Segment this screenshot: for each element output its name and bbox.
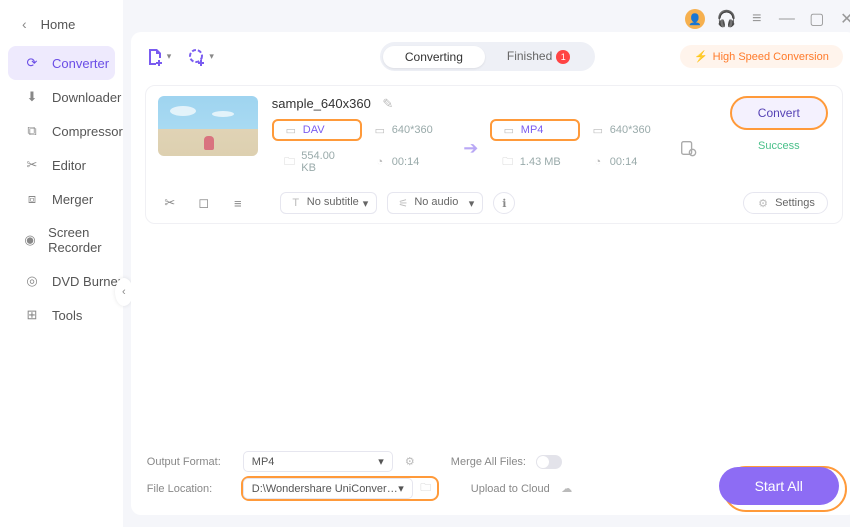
recorder-icon: ◉ — [24, 232, 36, 248]
add-url-icon — [187, 47, 207, 67]
list-icon[interactable]: ≡ — [226, 191, 250, 215]
chevron-down-icon: ▾ — [469, 197, 475, 210]
open-folder-icon[interactable]: 🗀 — [419, 482, 433, 496]
status-tabs: Converting Finished1 — [380, 42, 595, 71]
back-icon: ‹ — [22, 16, 27, 32]
tools-icon: ⊞ — [24, 307, 40, 323]
resolution-icon: ▭ — [373, 123, 387, 137]
upload-cloud-label: Upload to Cloud — [471, 483, 550, 495]
source-format-chip: ▭DAV — [272, 119, 362, 141]
output-settings-icon[interactable]: ⚙ — [403, 455, 417, 469]
editor-icon: ✂ — [24, 157, 40, 173]
output-format-label: Output Format: — [147, 456, 233, 468]
convert-button[interactable]: Convert — [730, 96, 828, 130]
sidebar-item-merger[interactable]: ⧈Merger — [0, 182, 123, 216]
audio-dropdown[interactable]: ⚟No audio▾ — [387, 192, 483, 214]
tab-finished[interactable]: Finished1 — [485, 45, 592, 68]
sidebar-item-dvd-burner[interactable]: ◎DVD Burner — [0, 264, 123, 298]
audio-icon: ⚟ — [396, 196, 410, 210]
clock-icon: ◔ — [591, 155, 605, 169]
file-location-select[interactable]: D:\Wondershare UniConverter 1▾ — [243, 478, 413, 499]
user-avatar-icon[interactable]: 👤 — [685, 9, 705, 29]
downloader-icon: ⬇ — [24, 89, 40, 105]
video-icon: ▭ — [284, 123, 298, 137]
add-url-button[interactable]: ▾ — [187, 47, 214, 67]
source-resolution: ▭640*360 — [362, 120, 452, 140]
dvd-icon: ◎ — [24, 273, 40, 289]
cloud-icon[interactable]: ☁ — [560, 482, 574, 496]
output-format-select[interactable]: MP4▾ — [243, 451, 393, 472]
settings-button[interactable]: ⚙Settings — [743, 192, 828, 214]
file-name: sample_640x360 — [272, 96, 371, 111]
tab-converting[interactable]: Converting — [383, 46, 485, 68]
sidebar-item-downloader[interactable]: ⬇Downloader — [0, 80, 123, 114]
file-location-label: File Location: — [147, 483, 233, 495]
sidebar-item-screen-recorder[interactable]: ◉Screen Recorder — [0, 216, 123, 264]
sidebar-item-compressor[interactable]: ⧉Compressor — [0, 114, 123, 148]
chevron-down-icon: ▾ — [398, 482, 404, 495]
item-settings-icon[interactable] — [670, 139, 706, 157]
home-nav[interactable]: ‹ Home — [0, 8, 123, 46]
home-label: Home — [41, 17, 76, 32]
chevron-down-icon: ▾ — [167, 51, 172, 62]
add-file-button[interactable]: ▾ — [145, 47, 172, 67]
finished-count-badge: 1 — [556, 50, 570, 64]
minimize-icon[interactable]: — — [779, 11, 795, 27]
sidebar: ‹ Home ⟳Converter ⬇Downloader ⧉Compresso… — [0, 0, 123, 527]
target-resolution: ▭640*360 — [580, 120, 670, 140]
merge-toggle[interactable] — [536, 455, 562, 469]
merger-icon: ⧈ — [24, 191, 40, 207]
titlebar: 👤 🎧 ≡ — ▢ ✕ — [123, 0, 850, 32]
bolt-icon: ⚡ — [694, 50, 708, 63]
menu-icon[interactable]: ≡ — [749, 11, 765, 27]
chevron-down-icon: ▾ — [363, 197, 369, 210]
status-text: Success — [758, 140, 800, 152]
info-icon[interactable]: ℹ — [493, 192, 515, 214]
folder-icon: 🗀 — [501, 155, 515, 169]
video-thumbnail[interactable] — [158, 96, 258, 156]
close-icon[interactable]: ✕ — [839, 11, 850, 27]
target-format-chip[interactable]: ▭MP4 — [490, 119, 580, 141]
trim-icon[interactable]: ✂ — [158, 191, 182, 215]
high-speed-conversion-button[interactable]: ⚡ High Speed Conversion — [680, 45, 843, 68]
converter-icon: ⟳ — [24, 55, 40, 71]
chevron-down-icon: ▾ — [378, 455, 384, 468]
source-duration: ◔00:14 — [362, 152, 452, 172]
subtitle-icon: T — [289, 196, 303, 210]
subtitle-dropdown[interactable]: TNo subtitle▾ — [280, 192, 378, 214]
sidebar-item-converter[interactable]: ⟳Converter — [8, 46, 115, 80]
gear-icon: ⚙ — [756, 196, 770, 210]
support-icon[interactable]: 🎧 — [719, 11, 735, 27]
crop-icon[interactable]: ◻ — [192, 191, 216, 215]
clock-icon: ◔ — [373, 155, 387, 169]
start-all-button[interactable]: Start All — [719, 467, 839, 505]
sidebar-item-editor[interactable]: ✂Editor — [0, 148, 123, 182]
source-size: 🗀554.00 KB — [272, 147, 362, 177]
topbar: ▾ ▾ Converting Finished1 ⚡ High Speed Co… — [145, 42, 843, 71]
target-duration: ◔00:14 — [580, 152, 670, 172]
compressor-icon: ⧉ — [24, 123, 40, 139]
video-icon: ▭ — [502, 123, 516, 137]
resolution-icon: ▭ — [591, 123, 605, 137]
maximize-icon[interactable]: ▢ — [809, 11, 825, 27]
target-size: 🗀1.43 MB — [490, 152, 580, 172]
sidebar-item-tools[interactable]: ⊞Tools — [0, 298, 123, 332]
main: 👤 🎧 ≡ — ▢ ✕ ▾ ▾ Converting Finished1 ⚡ H… — [123, 0, 850, 527]
add-file-icon — [145, 47, 165, 67]
media-item: sample_640x360 ✎ ▭DAV ▭640*360 ➔ ▭MP4 ▭6… — [145, 85, 843, 224]
edit-name-icon[interactable]: ✎ — [381, 97, 395, 111]
folder-icon: 🗀 — [283, 155, 296, 169]
chevron-down-icon: ▾ — [209, 51, 214, 62]
converter-panel: ▾ ▾ Converting Finished1 ⚡ High Speed Co… — [131, 32, 850, 515]
arrow-right-icon: ➔ — [452, 138, 490, 159]
merge-files-label: Merge All Files: — [451, 456, 526, 468]
